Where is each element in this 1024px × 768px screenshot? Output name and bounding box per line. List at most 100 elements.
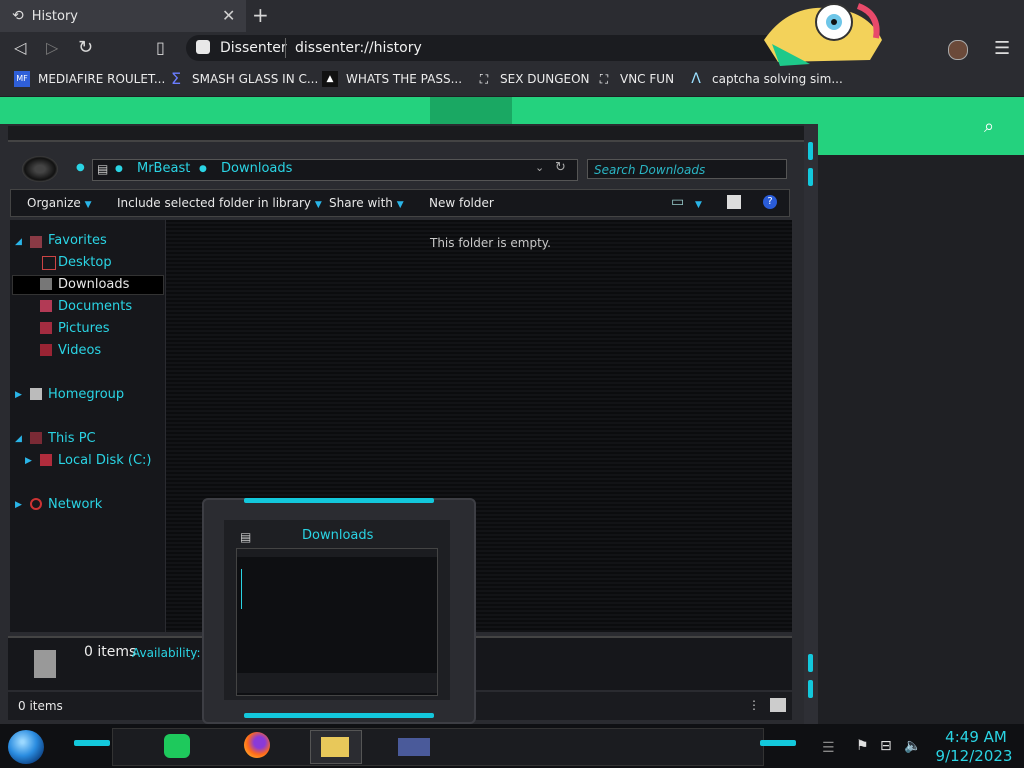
frame-light: [244, 498, 434, 503]
preview-details-bar: [237, 673, 437, 693]
breadcrumb-mrbeast[interactable]: MrBeast: [137, 161, 190, 176]
dropdown-arrow-icon: ▼: [396, 200, 404, 210]
header-tab-selected[interactable]: [430, 97, 512, 127]
search-icon[interactable]: ⌕: [984, 116, 994, 137]
taskbar-window-app[interactable]: [390, 730, 440, 762]
firefox-icon: [244, 732, 270, 758]
chevron-down-icon[interactable]: ⌄: [535, 161, 544, 174]
tab-history[interactable]: ⟲ History ✕: [0, 0, 246, 32]
preview-screenshot: [236, 548, 438, 696]
expand-arrow-icon[interactable]: ◢: [15, 237, 22, 247]
search-input[interactable]: Search Downloads: [587, 159, 787, 179]
tiles-view-icon[interactable]: [770, 698, 786, 712]
network-tray-icon[interactable]: ⊟: [880, 738, 892, 754]
breadcrumb-downloads[interactable]: Downloads: [221, 161, 292, 176]
organize-button[interactable]: Organize ▼: [27, 196, 92, 210]
menu-icon[interactable]: ☰: [994, 38, 1010, 59]
bookmark-vnc-fun[interactable]: VNC FUN: [620, 72, 674, 86]
preview-pane-icon[interactable]: [727, 195, 741, 209]
new-folder-button[interactable]: New folder: [429, 196, 494, 210]
expand-arrow-icon[interactable]: ▶: [25, 456, 32, 466]
taskbar-notes-app[interactable]: [154, 730, 204, 762]
nav-favorites[interactable]: Favorites: [48, 233, 107, 248]
nav-local-disk[interactable]: Local Disk (C:): [58, 453, 151, 468]
bookmark-smash-glass[interactable]: SMASH GLASS IN C...: [192, 72, 318, 86]
clock-time[interactable]: 4:49 AM: [936, 728, 1016, 746]
expand-arrow-icon[interactable]: ◢: [15, 434, 22, 444]
frame-light: [808, 142, 813, 160]
separator-icon: ●: [115, 164, 123, 174]
window-logo: [22, 156, 58, 182]
expand-arrow-icon[interactable]: ▶: [15, 390, 22, 400]
refresh-icon[interactable]: ↻: [555, 160, 566, 175]
desktop-icon: [42, 256, 56, 270]
frame-light: [808, 680, 813, 698]
tray-overflow-icon[interactable]: ☰: [822, 740, 835, 756]
folder-icon: ▤: [97, 162, 109, 176]
dropdown-arrow-icon: ▼: [84, 200, 92, 210]
share-with-button[interactable]: Share with ▼: [329, 196, 404, 210]
bookmark-sex-dungeon[interactable]: SEX DUNGEON: [500, 72, 590, 86]
nav-videos[interactable]: Videos: [58, 343, 101, 358]
profile-avatar[interactable]: [948, 40, 968, 60]
url-divider: [285, 38, 286, 58]
command-bar: Organize ▼ Include selected folder in li…: [10, 189, 790, 217]
new-tab-button[interactable]: +: [252, 3, 269, 27]
cube-icon: ⛶: [599, 72, 609, 86]
preview-toolbar: [237, 549, 437, 557]
include-label: Include selected folder in library: [117, 196, 311, 210]
preview-title: Downloads: [302, 528, 374, 543]
bookmark-icon[interactable]: ▯: [156, 38, 165, 57]
nav-pictures[interactable]: Pictures: [58, 321, 109, 336]
folder-icon: [321, 737, 349, 757]
bookmark-mediafire[interactable]: MEDIAFIRE ROULET...: [38, 72, 165, 86]
nav-dot-icon[interactable]: ●: [76, 162, 85, 173]
frame-light: [808, 654, 813, 672]
tab-title: History: [31, 8, 78, 24]
status-item-count: 0 items: [18, 699, 63, 713]
nav-downloads[interactable]: Downloads: [58, 277, 129, 292]
bookmark-whats-the-pass[interactable]: WHATS THE PASS...: [346, 72, 462, 86]
dropdown-arrow-icon[interactable]: ▼: [695, 196, 702, 210]
taskbar-file-explorer[interactable]: [310, 730, 362, 764]
start-orb[interactable]: [8, 730, 44, 764]
share-label: Share with: [329, 196, 393, 210]
view-icon[interactable]: ▭: [671, 194, 684, 210]
lambda-icon: Λ: [691, 71, 701, 87]
close-tab-icon[interactable]: ✕: [222, 6, 235, 25]
address-breadcrumb[interactable]: ▤ ● MrBeast ● Downloads ⌄ ↻: [92, 159, 578, 181]
expand-arrow-icon[interactable]: ▶: [15, 500, 22, 510]
notes-icon: [164, 734, 190, 758]
cube-icon: ⛶: [479, 72, 489, 86]
volume-icon[interactable]: 🔈: [904, 738, 921, 754]
folder-thumbnail-icon: [34, 650, 56, 678]
network-icon: [30, 498, 42, 510]
mediafire-icon: MF: [14, 71, 30, 87]
site-name: Dissenter: [220, 40, 287, 56]
flag-icon[interactable]: ⚑: [856, 738, 869, 754]
include-in-library-button[interactable]: Include selected folder in library ▼: [117, 196, 322, 210]
frame-light: [244, 713, 434, 718]
back-icon[interactable]: ◁: [14, 38, 26, 57]
frame-light: [74, 740, 110, 746]
favorites-icon: [30, 236, 42, 248]
nav-homegroup[interactable]: Homegroup: [48, 387, 124, 402]
url-text[interactable]: dissenter://history: [295, 40, 422, 56]
window-frame-top: [8, 126, 808, 142]
nav-desktop[interactable]: Desktop: [58, 255, 112, 270]
downloads-icon: [40, 278, 52, 290]
taskbar-firefox[interactable]: [234, 730, 284, 762]
details-availability: Availability:: [132, 646, 201, 660]
clock-date[interactable]: 9/12/2023: [934, 747, 1014, 765]
help-icon[interactable]: ?: [763, 195, 777, 209]
nav-this-pc[interactable]: This PC: [48, 431, 96, 446]
nav-documents[interactable]: Documents: [58, 299, 132, 314]
details-view-icon[interactable]: ⋮: [748, 698, 760, 712]
homegroup-icon: [30, 388, 42, 400]
window-frame-right: [804, 124, 818, 724]
sigma-icon: Σ: [170, 69, 182, 88]
nav-network[interactable]: Network: [48, 497, 102, 512]
bookmark-captcha[interactable]: captcha solving sim...: [712, 72, 843, 86]
forward-icon[interactable]: ▷: [46, 38, 58, 57]
reload-icon[interactable]: ↻: [78, 37, 93, 58]
